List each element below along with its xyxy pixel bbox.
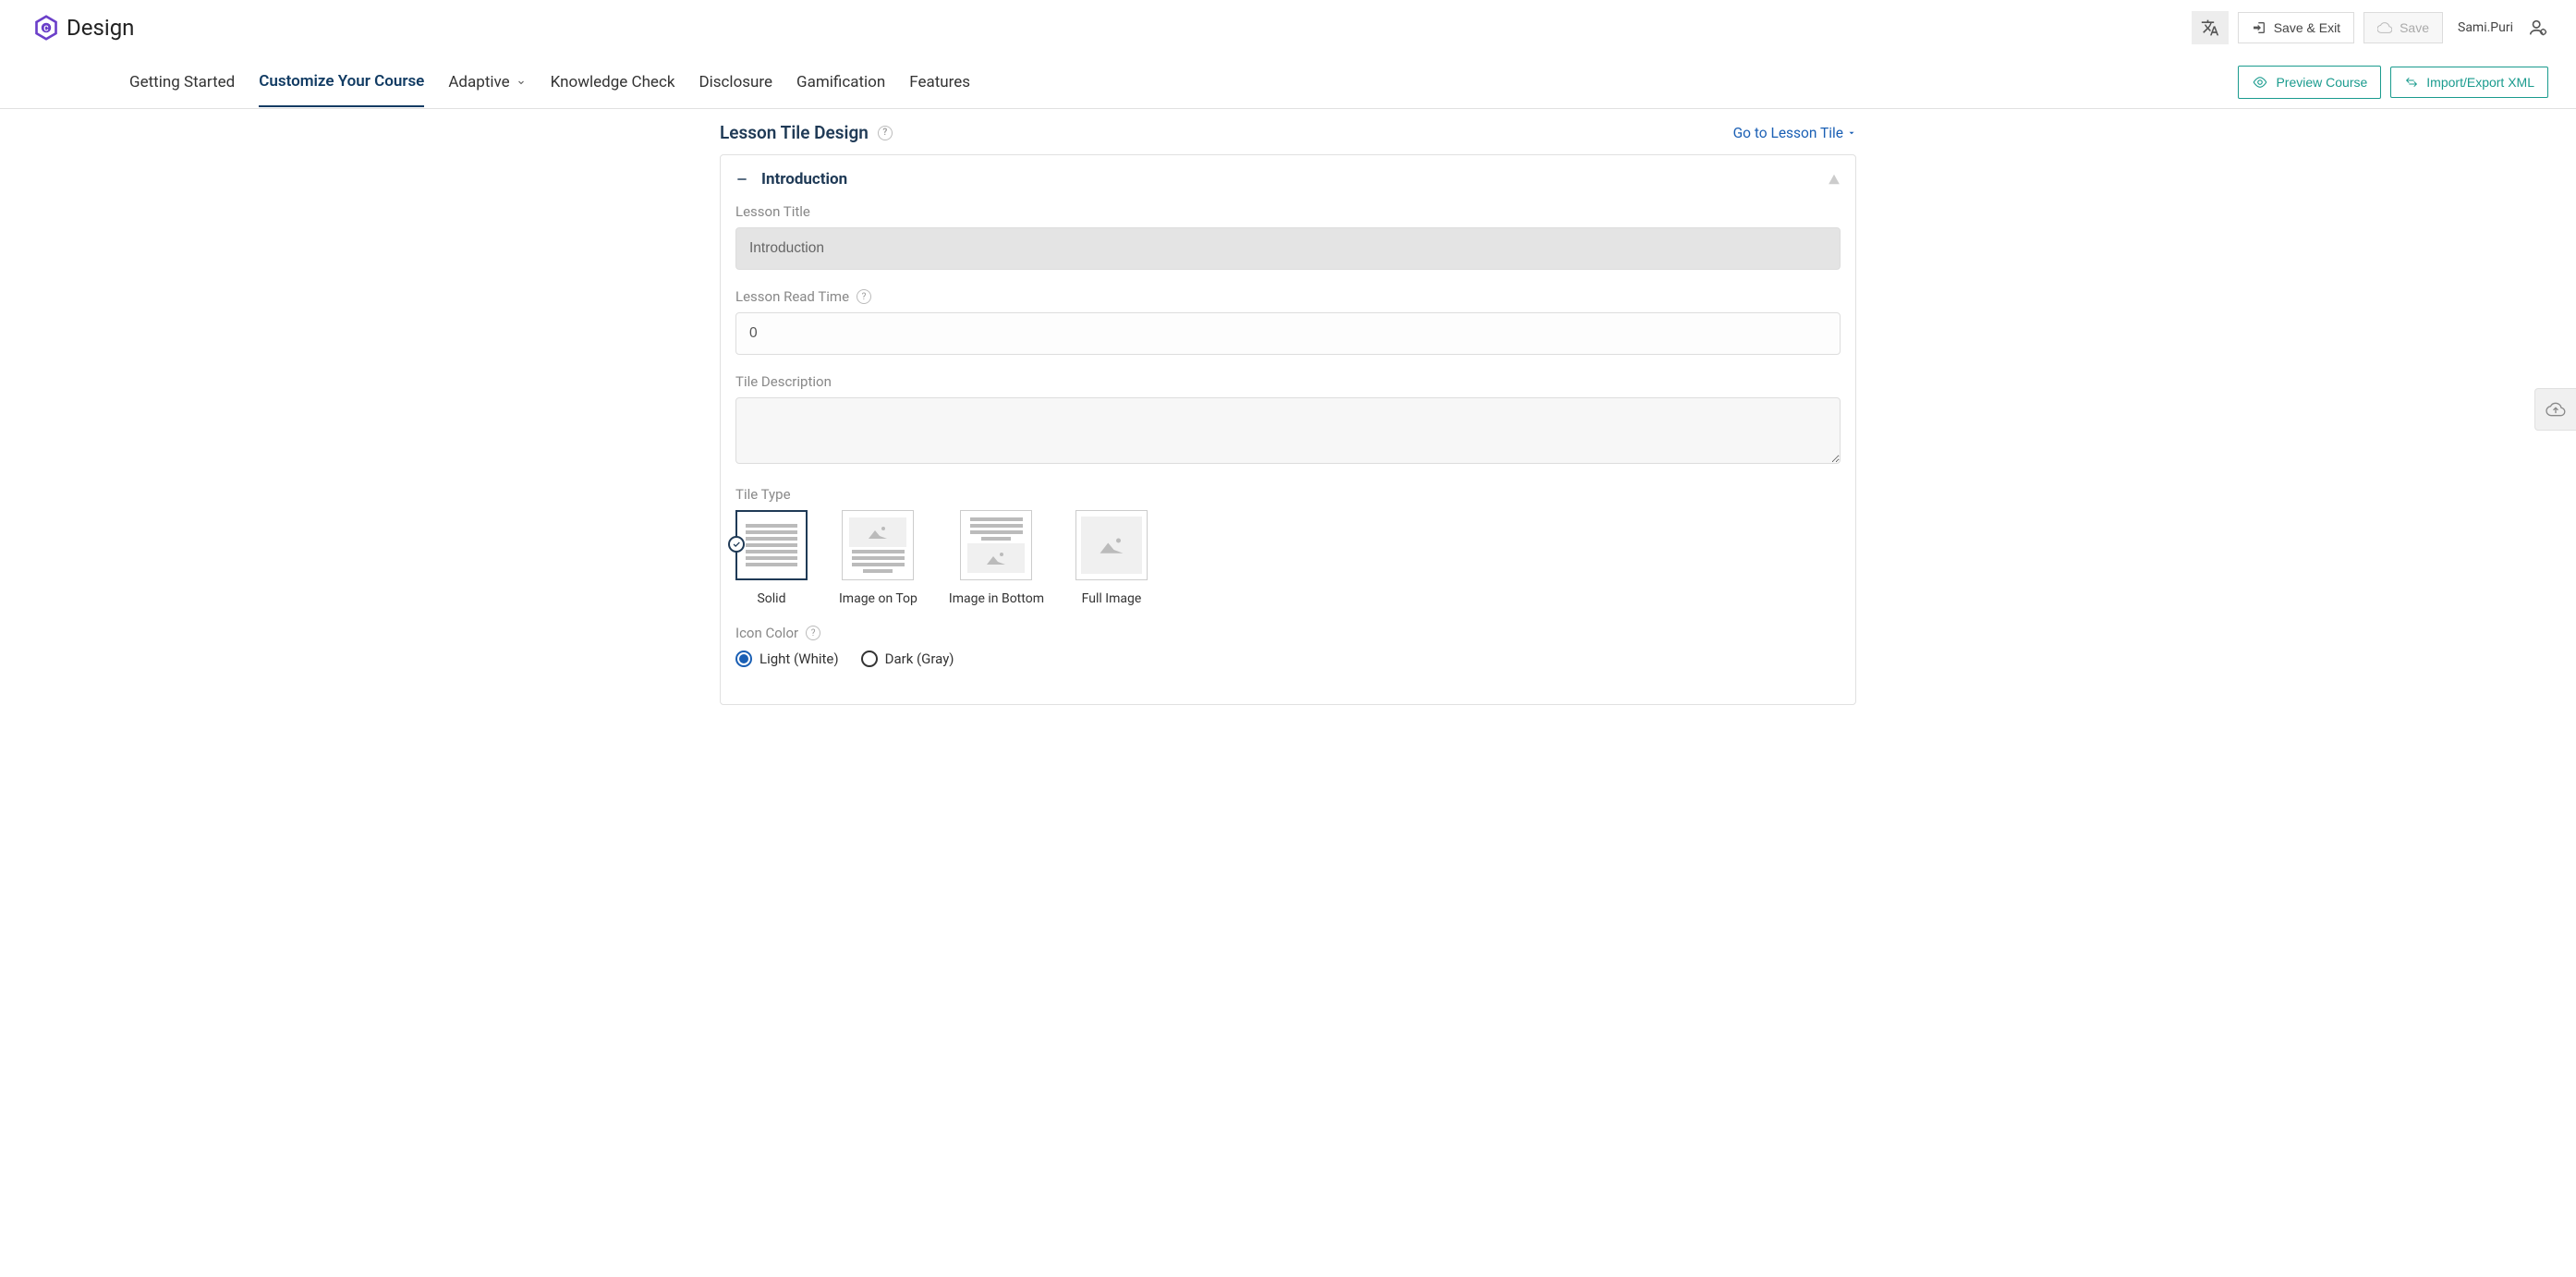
cloud-upload-button[interactable] (2534, 388, 2576, 431)
help-icon[interactable]: ? (857, 289, 871, 304)
radio-dark[interactable]: Dark (Gray) (861, 651, 954, 667)
lesson-title-input (735, 227, 1841, 270)
header-actions: Save & Exit Save Sami.Puri (2192, 11, 2548, 44)
user-gear-icon (2528, 18, 2548, 38)
check-icon (728, 536, 745, 553)
preview-label: Preview Course (2276, 75, 2367, 90)
radio-label: Light (White) (759, 651, 839, 667)
nav-disclosure[interactable]: Disclosure (699, 58, 772, 106)
preview-course-button[interactable]: Preview Course (2238, 66, 2381, 99)
translate-icon (2201, 18, 2219, 37)
nav-label: Disclosure (699, 73, 772, 91)
caret-down-icon (1847, 128, 1856, 138)
minus-icon (735, 173, 748, 186)
import-export-label: Import/Export XML (2426, 75, 2534, 90)
help-icon[interactable]: ? (806, 626, 820, 640)
save-button[interactable]: Save (2363, 12, 2443, 43)
nav-adaptive[interactable]: Adaptive (448, 58, 526, 106)
nav-gamification[interactable]: Gamification (796, 58, 885, 106)
lesson-title-label: Lesson Title (735, 203, 1841, 220)
tile-option-image-bottom[interactable]: Image in Bottom (949, 510, 1044, 606)
help-icon[interactable]: ? (878, 126, 893, 140)
description-field: Tile Description (735, 373, 1841, 468)
panel-title: Introduction (761, 170, 847, 189)
tile-option-image-top[interactable]: Image on Top (839, 510, 917, 606)
image-placeholder-icon (967, 543, 1025, 573)
read-time-label-text: Lesson Read Time (735, 288, 849, 305)
tile-type-field: Tile Type Solid (735, 486, 1841, 606)
goto-label: Go to Lesson Tile (1733, 125, 1843, 141)
section-title-text: Lesson Tile Design (720, 122, 869, 143)
username: Sami.Puri (2452, 20, 2519, 35)
panel-header: Introduction (721, 155, 1855, 198)
app-header: C Design Save & Exit Save Sami.Puri (0, 0, 2576, 55)
cloud-save-icon (2377, 20, 2392, 35)
save-exit-button[interactable]: Save & Exit (2238, 12, 2354, 43)
icon-color-label-text: Icon Color (735, 625, 798, 641)
nav-label: Knowledge Check (551, 73, 675, 91)
user-settings-button[interactable] (2528, 18, 2548, 38)
tile-label: Image in Bottom (949, 591, 1044, 606)
warning-icon (1828, 173, 1841, 186)
tile-label: Full Image (1082, 591, 1142, 606)
tile-thumb-image-bottom (960, 510, 1032, 580)
nav-label: Gamification (796, 73, 885, 91)
save-exit-label: Save & Exit (2274, 20, 2340, 35)
radio-light[interactable]: Light (White) (735, 651, 839, 667)
nav-customize-course[interactable]: Customize Your Course (259, 57, 424, 107)
read-time-field: Lesson Read Time ? (735, 288, 1841, 355)
tile-type-label: Tile Type (735, 486, 1841, 503)
icon-color-label: Icon Color ? (735, 625, 1841, 641)
save-label: Save (2400, 20, 2429, 35)
nav-label: Getting Started (129, 73, 235, 91)
tile-option-full-image[interactable]: Full Image (1075, 510, 1148, 606)
image-placeholder-icon (849, 517, 906, 547)
nav-features[interactable]: Features (909, 58, 970, 106)
svg-text:C: C (43, 25, 48, 33)
nav-getting-started[interactable]: Getting Started (129, 58, 235, 106)
nav-knowledge-check[interactable]: Knowledge Check (551, 58, 675, 106)
chevron-down-icon (516, 77, 527, 88)
tile-type-options: Solid Image on Top (735, 510, 1841, 606)
radio-circle-checked (735, 651, 752, 667)
cloud-upload-icon (2545, 400, 2567, 419)
nav-items: Getting Started Customize Your Course Ad… (129, 57, 2214, 107)
tile-label: Image on Top (839, 591, 917, 606)
read-time-label: Lesson Read Time ? (735, 288, 1841, 305)
panel-body: Lesson Title Lesson Read Time ? Tile Des… (721, 198, 1855, 704)
nav-label: Adaptive (448, 73, 509, 91)
tile-thumb-image-top (842, 510, 914, 580)
nav-label: Features (909, 73, 970, 91)
image-placeholder-icon (1081, 517, 1142, 574)
collapse-button[interactable] (735, 173, 750, 186)
read-time-input[interactable] (735, 312, 1841, 355)
lesson-panel: Introduction Lesson Title Lesson Read Ti… (720, 154, 1856, 705)
translate-button[interactable] (2192, 11, 2229, 44)
nav-label: Customize Your Course (259, 72, 424, 91)
main-nav: Getting Started Customize Your Course Ad… (0, 55, 2576, 109)
exit-icon (2252, 20, 2266, 35)
tile-label: Solid (757, 591, 785, 606)
brand-text: Design (67, 15, 134, 41)
tile-thumb-solid (735, 510, 808, 580)
icon-color-radio-group: Light (White) Dark (Gray) (735, 651, 1841, 667)
radio-label: Dark (Gray) (885, 651, 954, 667)
eye-icon (2252, 74, 2268, 91)
brand: C Design (33, 15, 134, 41)
lesson-title-field: Lesson Title (735, 203, 1841, 270)
main-content: Lesson Tile Design ? Go to Lesson Tile I… (720, 109, 1856, 742)
nav-right: Preview Course Import/Export XML (2238, 66, 2548, 99)
radio-circle (861, 651, 878, 667)
transfer-icon (2404, 75, 2419, 90)
tile-option-solid[interactable]: Solid (735, 510, 808, 606)
import-export-button[interactable]: Import/Export XML (2390, 67, 2548, 98)
section-header: Lesson Tile Design ? Go to Lesson Tile (720, 122, 1856, 154)
description-label: Tile Description (735, 373, 1841, 390)
tile-thumb-full-image (1075, 510, 1148, 580)
description-textarea[interactable] (735, 397, 1841, 464)
goto-lesson-tile-link[interactable]: Go to Lesson Tile (1733, 125, 1856, 141)
section-title: Lesson Tile Design ? (720, 122, 893, 143)
brand-logo-icon: C (33, 15, 59, 41)
icon-color-field: Icon Color ? Light (White) Dark (Gray) (735, 625, 1841, 667)
